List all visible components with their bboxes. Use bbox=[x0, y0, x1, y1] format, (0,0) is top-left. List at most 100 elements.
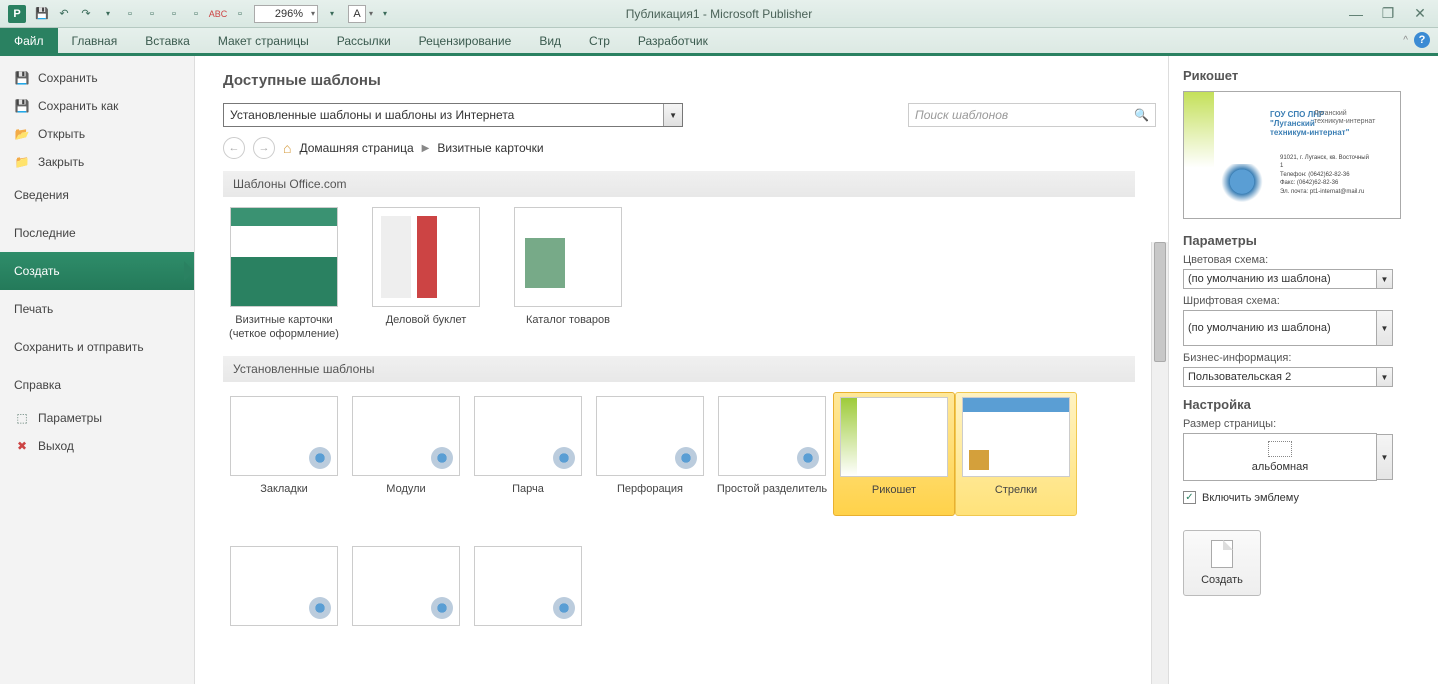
minimize-button[interactable]: — bbox=[1344, 5, 1368, 23]
installed-templates-row: Закладки Модули Парча Перфорация Простой… bbox=[223, 392, 1156, 516]
search-templates-input[interactable]: Поиск шаблонов 🔍 bbox=[908, 103, 1156, 127]
template-brochure[interactable]: Деловой буклет bbox=[365, 207, 487, 342]
font-scheme-select[interactable]: (по умолчанию из шаблона)▼ bbox=[1183, 310, 1393, 346]
chevron-down-icon: ▼ bbox=[669, 111, 677, 120]
tab-developer[interactable]: Разработчик bbox=[624, 28, 722, 53]
zoom-dropdown-icon[interactable]: ▾ bbox=[322, 4, 342, 24]
tab-mailings[interactable]: Рассылки bbox=[323, 28, 405, 53]
save-as-icon: 💾 bbox=[14, 98, 30, 114]
sidebar-item-close[interactable]: 📁Закрыть bbox=[0, 148, 194, 176]
search-icon[interactable]: 🔍 bbox=[1134, 108, 1149, 122]
restore-button[interactable]: ❐ bbox=[1376, 5, 1400, 23]
sidebar-item-recent[interactable]: Последние bbox=[0, 214, 194, 252]
template-catalog[interactable]: Каталог товаров bbox=[507, 207, 629, 342]
sidebar-item-save-send[interactable]: Сохранить и отправить bbox=[0, 328, 194, 366]
select-value: Пользовательская 2 bbox=[1188, 371, 1291, 383]
chevron-down-icon[interactable]: ▾ bbox=[369, 9, 373, 18]
search-placeholder: Поиск шаблонов bbox=[915, 108, 1008, 122]
font-size-box[interactable]: A bbox=[348, 5, 366, 23]
template-item[interactable] bbox=[223, 542, 345, 636]
quick-access-toolbar: P 💾 ↶ ↷ ▾ ▫ ▫ ▫ ▫ ABC ▫ 296% ▾ A ▾ ▾ bbox=[0, 4, 395, 24]
ribbon-right: ^ ? bbox=[1403, 32, 1430, 48]
quick-print-icon[interactable]: ▫ bbox=[186, 4, 206, 24]
preview-text-title: Луганский техникум-интернат bbox=[1314, 110, 1375, 127]
sidebar-item-label: Открыть bbox=[38, 127, 85, 141]
backstage-view: 💾Сохранить 💾Сохранить как 📂Открыть 📁Закр… bbox=[0, 56, 1438, 684]
print-icon[interactable]: ▫ bbox=[164, 4, 184, 24]
breadcrumb-home[interactable]: Домашняя страница bbox=[299, 141, 413, 155]
template-thumbnail bbox=[372, 207, 480, 307]
save-icon[interactable]: 💾 bbox=[32, 4, 52, 24]
sidebar-item-info[interactable]: Сведения bbox=[0, 176, 194, 214]
tab-review[interactable]: Рецензирование bbox=[405, 28, 526, 53]
sidebar-item-open[interactable]: 📂Открыть bbox=[0, 120, 194, 148]
app-icon[interactable]: P bbox=[8, 5, 26, 23]
landscape-icon bbox=[1268, 441, 1292, 457]
tab-str[interactable]: Стр bbox=[575, 28, 624, 53]
tab-home[interactable]: Главная bbox=[58, 28, 132, 53]
template-ricochet[interactable]: Рикошет bbox=[833, 392, 955, 516]
sidebar-item-options[interactable]: ⬚Параметры bbox=[0, 404, 194, 432]
tab-page-layout[interactable]: Макет страницы bbox=[204, 28, 323, 53]
select-value: альбомная bbox=[1252, 461, 1308, 473]
create-button[interactable]: Создать bbox=[1183, 530, 1261, 596]
color-scheme-select[interactable]: (по умолчанию из шаблона)▼ bbox=[1183, 269, 1393, 289]
template-simple-divider[interactable]: Простой разделитель bbox=[711, 392, 833, 516]
sidebar-item-help[interactable]: Справка bbox=[0, 366, 194, 404]
font-scheme-label: Шрифтовая схема: bbox=[1183, 295, 1424, 307]
template-modules[interactable]: Модули bbox=[345, 392, 467, 516]
document-icon bbox=[1211, 540, 1233, 568]
page-size-select[interactable]: альбомная ▼ bbox=[1183, 433, 1377, 481]
sidebar-item-save-as[interactable]: 💾Сохранить как bbox=[0, 92, 194, 120]
tab-insert[interactable]: Вставка bbox=[131, 28, 204, 53]
new-icon[interactable]: ▫ bbox=[120, 4, 140, 24]
template-thumbnail bbox=[230, 396, 338, 476]
template-perforation[interactable]: Перфорация bbox=[589, 392, 711, 516]
home-icon[interactable]: ⌂ bbox=[283, 140, 291, 156]
spelling-icon[interactable]: ABC bbox=[208, 4, 228, 24]
template-arrows[interactable]: Стрелки bbox=[955, 392, 1077, 516]
zoom-combo[interactable]: 296% bbox=[254, 5, 318, 23]
nav-forward-button[interactable]: → bbox=[253, 137, 275, 159]
template-thumbnail bbox=[230, 546, 338, 626]
sidebar-item-save[interactable]: 💾Сохранить bbox=[0, 64, 194, 92]
template-label: Деловой буклет bbox=[365, 313, 487, 327]
ribbon-minimize-icon[interactable]: ^ bbox=[1403, 35, 1408, 46]
nav-back-button[interactable]: ← bbox=[223, 137, 245, 159]
template-thumbnail bbox=[352, 396, 460, 476]
undo-icon[interactable]: ↶ bbox=[54, 4, 74, 24]
close-button[interactable]: ✕ bbox=[1408, 5, 1432, 23]
qat-more-icon[interactable]: ▾ bbox=[375, 4, 395, 24]
template-bookmarks[interactable]: Закладки bbox=[223, 392, 345, 516]
section-settings: Настройка bbox=[1183, 397, 1424, 412]
font-a-label: A bbox=[353, 8, 360, 20]
template-business-cards[interactable]: Визитные карточки (четкое оформление) bbox=[223, 207, 345, 342]
sidebar-item-new[interactable]: Создать bbox=[0, 252, 194, 290]
preview-panel: Рикошет ГОУ СПО ЛНР "Луганский техникум-… bbox=[1168, 56, 1438, 684]
open-icon[interactable]: ▫ bbox=[142, 4, 162, 24]
save-icon: 💾 bbox=[14, 70, 30, 86]
template-source-select[interactable]: Установленные шаблоны и шаблоны из Интер… bbox=[223, 103, 683, 127]
scrollbar[interactable] bbox=[1151, 242, 1168, 684]
business-info-select[interactable]: Пользовательская 2▼ bbox=[1183, 367, 1393, 387]
template-item[interactable] bbox=[467, 542, 589, 636]
template-item[interactable] bbox=[345, 542, 467, 636]
qat-dropdown-icon[interactable]: ▾ bbox=[98, 4, 118, 24]
email-icon[interactable]: ▫ bbox=[230, 4, 250, 24]
tab-file[interactable]: Файл bbox=[0, 28, 58, 53]
section-office-templates: Шаблоны Office.com bbox=[223, 171, 1135, 197]
scroll-thumb[interactable] bbox=[1154, 242, 1166, 362]
window-title: Публикация1 - Microsoft Publisher bbox=[626, 7, 812, 21]
tab-view[interactable]: Вид bbox=[525, 28, 575, 53]
section-installed-templates: Установленные шаблоны bbox=[223, 356, 1135, 382]
template-label: Модули bbox=[349, 482, 463, 510]
file-menu-sidebar: 💾Сохранить 💾Сохранить как 📂Открыть 📁Закр… bbox=[0, 56, 195, 684]
template-preview: ГОУ СПО ЛНР "Луганский техникум-интернат… bbox=[1183, 91, 1401, 219]
template-brocade[interactable]: Парча bbox=[467, 392, 589, 516]
include-logo-checkbox[interactable]: ✓ Включить эмблему bbox=[1183, 491, 1424, 504]
sidebar-item-print[interactable]: Печать bbox=[0, 290, 194, 328]
redo-icon[interactable]: ↷ bbox=[76, 4, 96, 24]
sidebar-item-exit[interactable]: ✖Выход bbox=[0, 432, 194, 460]
help-icon[interactable]: ? bbox=[1414, 32, 1430, 48]
preview-text-contact: 91021, г. Луганск, кв. Восточный 1 Телеф… bbox=[1280, 154, 1369, 196]
